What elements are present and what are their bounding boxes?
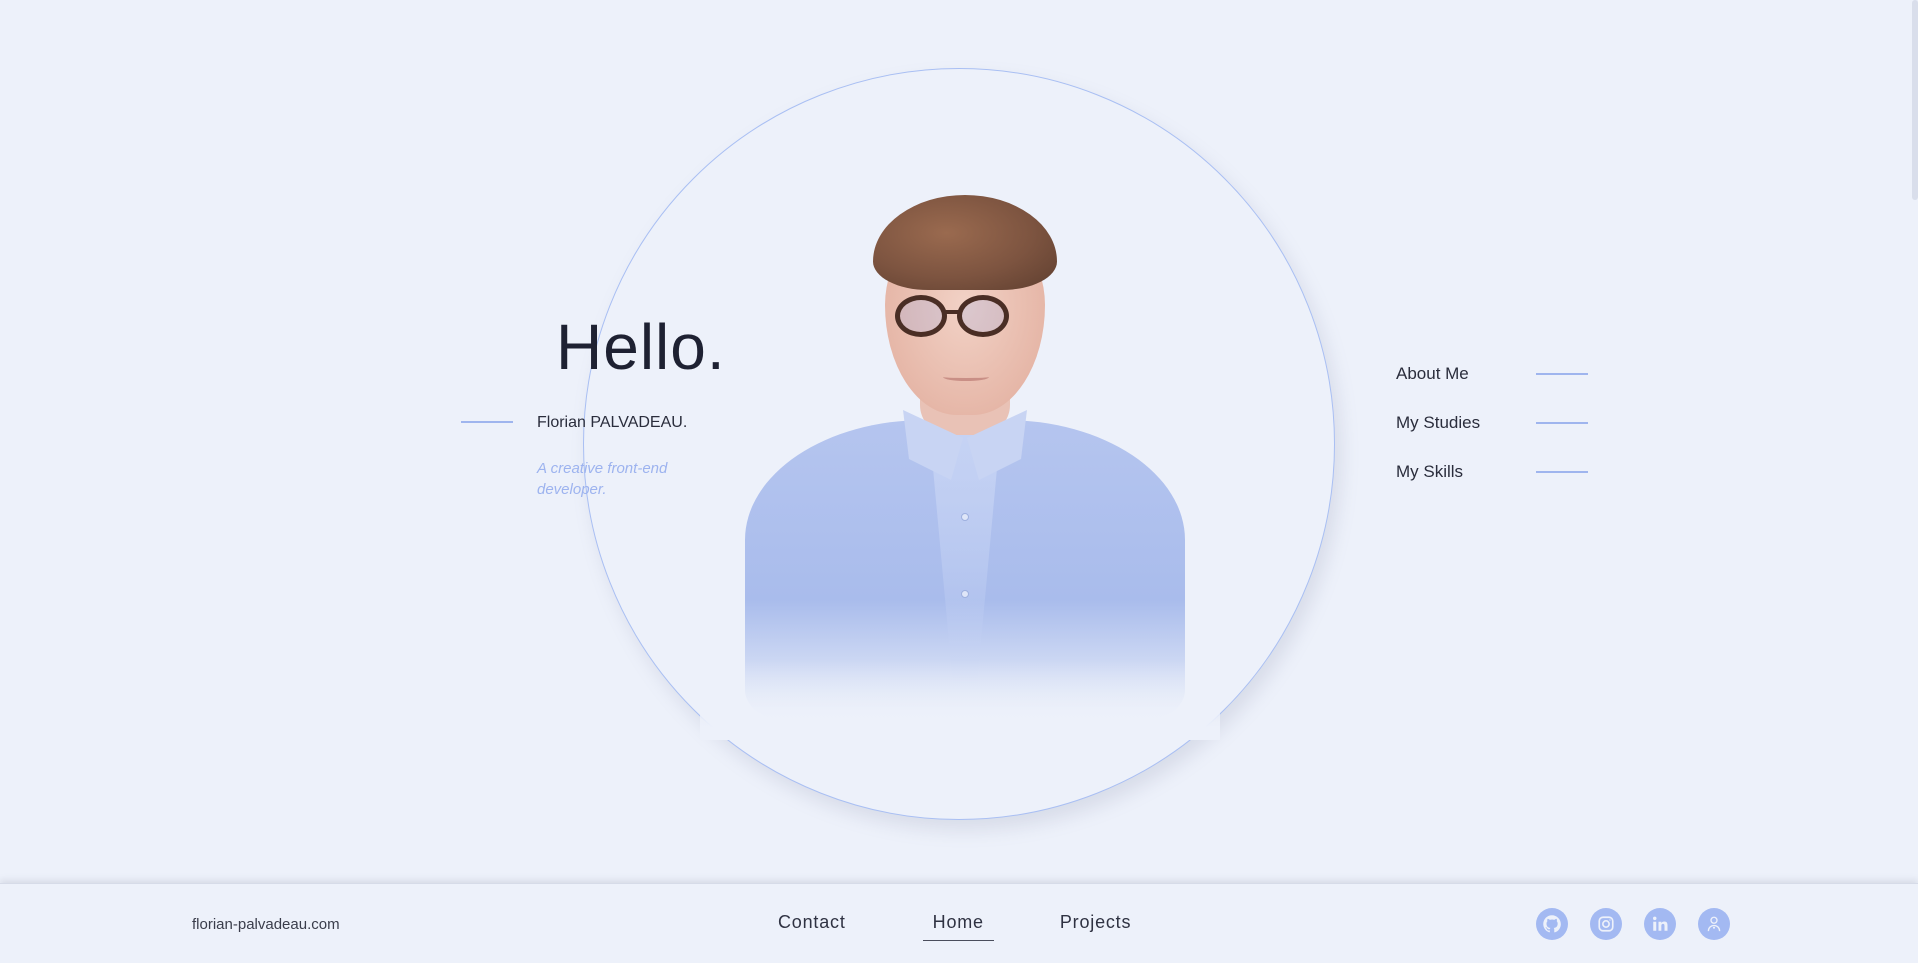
intro-divider [461, 421, 513, 423]
shirt-button [961, 513, 969, 521]
instagram-icon[interactable] [1590, 908, 1622, 940]
page: Hello. Florian PALVADEAU. A creative fro… [0, 0, 1918, 963]
social-links [1536, 908, 1730, 940]
side-nav-item-about-me[interactable]: About Me [1396, 362, 1588, 386]
portrait-mouth [943, 373, 989, 381]
hero-greeting: Hello. [556, 311, 726, 383]
footer-link-projects[interactable]: Projects [1060, 906, 1131, 941]
side-nav-dash [1536, 373, 1588, 375]
side-nav: About Me My Studies My Skills [1396, 362, 1588, 509]
linkedin-icon[interactable] [1644, 908, 1676, 940]
side-nav-label: My Skills [1396, 462, 1464, 481]
portrait-hair [873, 195, 1057, 290]
hero-name: Florian PALVADEAU. [537, 414, 688, 431]
footer-link-contact[interactable]: Contact [778, 906, 846, 941]
glasses-bridge [944, 310, 960, 314]
footer-link-home[interactable]: Home [922, 906, 995, 941]
side-nav-label: My Studies [1396, 413, 1481, 432]
side-nav-item-my-studies[interactable]: My Studies [1396, 411, 1588, 435]
user-profile-icon[interactable] [1698, 908, 1730, 940]
footer-bar: florian-palvadeau.com Contact Home Proje… [0, 883, 1918, 963]
portrait-photo [745, 195, 1185, 725]
footer-nav: Contact Home Projects [778, 906, 1131, 941]
site-domain[interactable]: florian-palvadeau.com [192, 916, 340, 933]
scrollbar[interactable] [1912, 0, 1918, 200]
github-icon[interactable] [1536, 908, 1568, 940]
portrait-fade [700, 660, 1220, 740]
side-nav-dash [1536, 422, 1588, 424]
shirt-button [961, 590, 969, 598]
side-nav-label: About Me [1396, 364, 1469, 383]
glasses-right-lens [957, 295, 1009, 337]
glasses-left-lens [895, 295, 947, 337]
hero-tagline: A creative front-end developer. [537, 460, 668, 498]
side-nav-item-my-skills[interactable]: My Skills [1396, 460, 1588, 484]
side-nav-dash [1536, 471, 1588, 473]
